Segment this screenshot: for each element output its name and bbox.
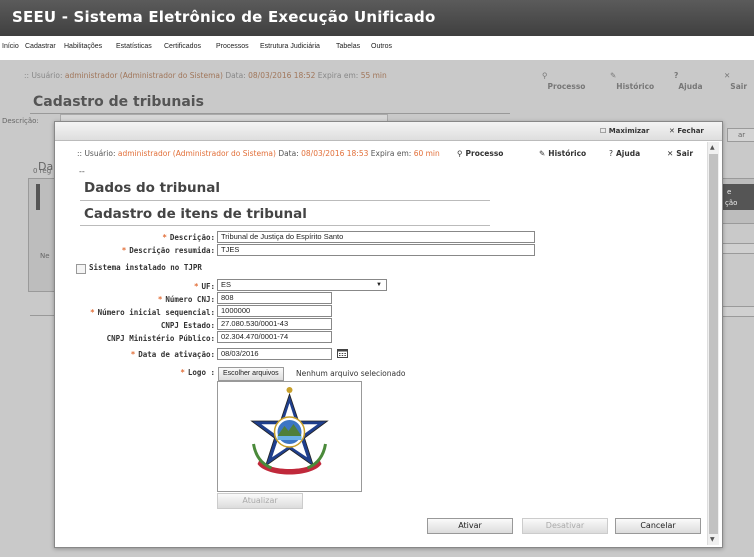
processo-link[interactable]: ⚲ Processo	[457, 149, 503, 158]
menu-item-tabelas[interactable]: Tabelas	[336, 43, 360, 50]
background-record-count: 0 reg	[33, 167, 52, 175]
menu-item-habilitacoes[interactable]: Habilitações	[64, 43, 102, 50]
logo-preview	[217, 381, 362, 492]
cnpj-mp-label: CNPJ Ministério Público:	[106, 334, 215, 343]
menu-item-inicio[interactable]: Início	[2, 43, 19, 50]
pencil-icon: ✎	[539, 149, 546, 158]
section-title-cadastro: Cadastro de itens de tribunal	[84, 206, 307, 222]
search-icon: ⚲	[457, 149, 463, 158]
background-dark-cell	[36, 184, 40, 210]
sistema-label: Sistema instalado no TJPR	[89, 263, 202, 272]
cnpj-estado-label: CNPJ Estado:	[160, 321, 215, 330]
data-ativacao-input[interactable]: 08/03/2016	[217, 348, 332, 360]
historico-link[interactable]: ✎ Histórico	[539, 149, 586, 158]
background-historico-link: ✎ Histórico	[610, 71, 655, 91]
scrollbar-thumb[interactable]	[709, 154, 718, 534]
cancelar-button[interactable]: Cancelar	[615, 518, 701, 534]
modal-dialog: ☐ Maximizar ✕ Fechar :: Usuário: adminis…	[54, 121, 723, 548]
numero-sequencial-label: * Número inicial sequencial:	[90, 308, 215, 317]
modal-scrollbar[interactable]: ▲ ▼	[707, 142, 719, 545]
menu-item-estrutura-judiciaria[interactable]: Estrutura Judiciária	[260, 43, 320, 50]
menu-item-processos[interactable]: Processos	[216, 43, 249, 50]
menu-item-certificados[interactable]: Certificados	[164, 43, 201, 50]
session-date: 08/03/2016 18:53	[301, 149, 369, 158]
section-divider-2	[80, 225, 490, 226]
separator-text: --	[79, 167, 85, 176]
logo-label: * Logo :	[180, 368, 215, 377]
close-button[interactable]: ✕ Fechar	[669, 127, 704, 135]
numero-sequencial-input[interactable]: 1000000	[217, 305, 332, 317]
background-right-text-1: e	[727, 188, 732, 196]
choose-file-button[interactable]: Escolher arquivos	[218, 367, 284, 381]
uf-label: * UF:	[193, 282, 215, 291]
background-sair-link: ✕ Sair	[724, 71, 748, 91]
background-button-label: ar	[738, 131, 746, 139]
uf-selected-value: ES	[221, 280, 232, 289]
scroll-up-icon[interactable]: ▲	[710, 144, 715, 151]
modal-titlebar: ☐ Maximizar ✕ Fechar	[55, 122, 722, 141]
maximize-button[interactable]: ☐ Maximizar	[600, 127, 649, 135]
background-divider-left	[30, 315, 56, 316]
data-ativacao-label: * Data de ativação:	[130, 350, 215, 359]
background-page-title: Cadastro de tribunais	[33, 94, 204, 110]
chevron-down-icon: ▼	[376, 282, 382, 288]
main-menu: Início Cadastrar Habilitações Estatístic…	[0, 36, 754, 61]
numero-cnj-label: * Número CNJ:	[157, 295, 215, 304]
desativar-button[interactable]: Desativar	[522, 518, 608, 534]
app-title: SEEU - Sistema Eletrônico de Execução Un…	[12, 8, 436, 26]
menu-item-outros[interactable]: Outros	[371, 43, 392, 50]
background-partial-ne: Ne	[40, 252, 50, 260]
background-processo-link: ⚲ Processo	[542, 71, 586, 91]
session-expire: 60 min	[413, 149, 440, 158]
close-icon: ✕	[669, 127, 675, 135]
background-right-text-2: ção	[725, 199, 738, 207]
session-status: :: Usuário: administrador (Administrador…	[77, 149, 440, 158]
menu-item-estatisticas[interactable]: Estatísticas	[116, 43, 152, 50]
descricao-resumida-label: * Descrição resumida:	[121, 246, 215, 255]
app-header: SEEU - Sistema Eletrônico de Execução Un…	[0, 0, 754, 36]
background-row-1	[722, 243, 754, 254]
menu-item-cadastrar[interactable]: Cadastrar	[25, 43, 56, 50]
ativar-button[interactable]: Ativar	[427, 518, 513, 534]
descricao-resumida-input[interactable]: TJES	[217, 244, 535, 256]
background-desc-label: Descrição:	[2, 117, 39, 125]
numero-cnj-input[interactable]: 808	[217, 292, 332, 304]
user-name: administrador (Administrador do Sistema)	[117, 149, 276, 158]
ajuda-link[interactable]: ? Ajuda	[609, 149, 640, 158]
no-file-text: Nenhum arquivo selecionado	[296, 369, 406, 378]
close-icon: ✕	[667, 149, 674, 158]
sair-link[interactable]: ✕ Sair	[667, 149, 693, 158]
help-icon: ?	[609, 149, 613, 158]
sistema-checkbox[interactable]	[76, 264, 86, 274]
descricao-input[interactable]: Tribunal de Justiça do Espírito Santo	[217, 231, 535, 243]
cnpj-mp-input[interactable]: 02.304.470/0001-74	[217, 331, 332, 343]
maximize-icon: ☐	[600, 127, 607, 135]
coat-of-arms-image	[250, 387, 329, 475]
atualizar-button[interactable]: Atualizar	[217, 493, 303, 509]
scroll-down-icon[interactable]: ▼	[710, 536, 715, 543]
uf-select[interactable]: ES ▼	[217, 279, 387, 291]
section-divider-1	[80, 200, 490, 201]
background-row-2	[722, 306, 754, 317]
cnpj-estado-input[interactable]: 27.080.530/0001-43	[217, 318, 332, 330]
calendar-icon[interactable]	[337, 349, 348, 358]
section-title-dados: Dados do tribunal	[84, 180, 220, 196]
background-ajuda-link: ? Ajuda	[674, 71, 703, 91]
descricao-label: * Descrição:	[162, 233, 215, 242]
background-status: :: Usuário: administrador (Administrador…	[24, 71, 387, 80]
